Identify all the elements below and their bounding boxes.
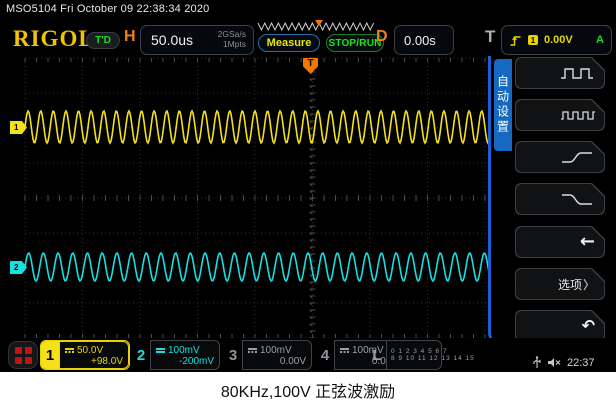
softkey-falling-edge[interactable] bbox=[515, 183, 605, 215]
main-menu-button[interactable] bbox=[8, 341, 38, 369]
usb-icon bbox=[532, 356, 542, 369]
logic-label: L bbox=[368, 340, 386, 370]
channel4-number: 4 bbox=[316, 340, 334, 370]
menu-title-tab: 自动设置 bbox=[494, 59, 512, 151]
clock-time: 22:37 bbox=[567, 357, 595, 369]
digital-row-0-7: 0 1 2 3 4 5 6 7 bbox=[391, 348, 437, 355]
oscilloscope-screen: MSO5104 Fri October 09 22:38:34 2020 RIG… bbox=[0, 0, 616, 372]
rising-edge-icon bbox=[559, 149, 595, 165]
channel2-number: 2 bbox=[132, 340, 150, 370]
channel3-offset: 0.00V bbox=[248, 356, 306, 368]
speaker-muted-icon bbox=[547, 357, 562, 368]
chevron-right-icon: 〉 bbox=[583, 276, 595, 293]
oscilloscope-screenshot-figure: MSO5104 Fri October 09 22:38:34 2020 RIG… bbox=[0, 0, 616, 407]
back-arrow-icon: ← bbox=[580, 233, 595, 251]
channel2-offset: -200mV bbox=[156, 356, 214, 368]
figure-caption: 80KHz,100V 正弦波激励 bbox=[0, 372, 616, 407]
softkey-rising-edge[interactable] bbox=[515, 141, 605, 173]
softkey-menu-panel: 自动设置 ← 选项 bbox=[488, 56, 616, 352]
digital-channels-status[interactable]: L 0 1 2 3 4 5 6 7 8 9 10 11 12 13 14 15 bbox=[368, 340, 442, 370]
channel1-scale: 50.0V bbox=[77, 345, 103, 357]
channel1-status[interactable]: 1 50.0V +98.0V bbox=[40, 340, 130, 370]
channel3-number: 3 bbox=[224, 340, 242, 370]
digital-row-8-15: 8 9 10 11 12 13 14 15 bbox=[391, 355, 437, 362]
channel3-status[interactable]: 3 100mV 0.00V bbox=[224, 340, 312, 370]
channel3-scale: 100mV bbox=[260, 345, 292, 357]
system-status-icons: 22:37 bbox=[532, 356, 595, 369]
dc-coupling-icon bbox=[65, 348, 74, 353]
options-label: 选项 bbox=[558, 276, 582, 293]
channel2-scale: 100mV bbox=[168, 345, 200, 357]
softkey-options[interactable]: 选项 〉 bbox=[515, 268, 605, 300]
channel-status-bar: 1 50.0V +98.0V 2 100mV -200mV 3 bbox=[0, 338, 616, 372]
undo-icon: ↶ bbox=[582, 318, 595, 334]
dc-coupling-icon bbox=[156, 348, 165, 353]
channel2-status[interactable]: 2 100mV -200mV bbox=[132, 340, 220, 370]
multi-pulse-icon bbox=[559, 107, 595, 123]
channel1-offset: +98.0V bbox=[65, 356, 123, 368]
dc-coupling-icon bbox=[340, 348, 349, 353]
menu-grid-icon bbox=[15, 347, 32, 364]
falling-edge-icon bbox=[559, 191, 595, 207]
dc-coupling-icon bbox=[248, 348, 257, 353]
softkey-single-pulse[interactable] bbox=[515, 57, 605, 89]
softkey-multi-pulse[interactable] bbox=[515, 99, 605, 131]
single-pulse-icon bbox=[559, 65, 595, 81]
channel1-number: 1 bbox=[41, 341, 59, 369]
softkey-back[interactable]: ← bbox=[515, 226, 605, 258]
